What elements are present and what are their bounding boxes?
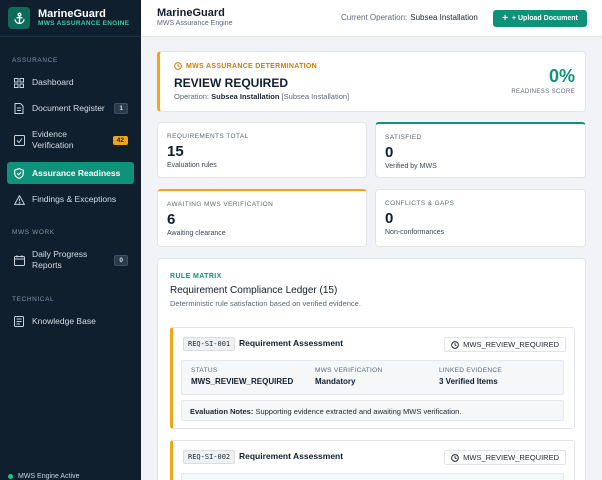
status-dot-icon (8, 474, 13, 479)
warning-icon (13, 194, 25, 206)
document-icon (13, 103, 25, 115)
stat-subtitle: Awaiting clearance (167, 230, 226, 237)
stat-value: 6 (167, 211, 176, 228)
stat-card-awaiting-verification: AWAITING MWS VERIFICATION 6 Awaiting cle… (157, 189, 367, 247)
sidebar-item-findings-exceptions[interactable]: Findings & Exceptions (7, 191, 134, 208)
status-badge: MWS_REVIEW_REQUIRED (444, 450, 566, 465)
calendar-icon (13, 254, 25, 266)
section-label-mws-work: MWS WORK (12, 229, 55, 236)
count-badge: 0 (114, 254, 128, 266)
sidebar-item-label: Findings & Exceptions (32, 194, 117, 205)
check-square-icon (13, 134, 25, 146)
status-badge: MWS_REVIEW_REQUIRED (444, 337, 566, 352)
requirement-details (181, 473, 564, 480)
current-operation: Current Operation: Subsea Installation (341, 13, 478, 22)
stat-title: AWAITING MWS VERIFICATION (167, 201, 274, 208)
operation-value: Subsea Installation (410, 13, 478, 22)
rule-matrix-label: RULE MATRIX (170, 273, 222, 280)
engine-status: MWS Engine Active (8, 473, 79, 480)
upload-document-button[interactable]: + + Upload Document (493, 10, 587, 27)
upload-document-label: + Upload Document (511, 15, 578, 22)
requirement-id: REQ-SI-002 (183, 450, 236, 464)
requirement-name: Requirement Assessment (239, 338, 344, 348)
sidebar-item-knowledge-base[interactable]: Knowledge Base (7, 313, 134, 330)
requirement-card[interactable]: REQ-SI-001 Requirement Assessment MWS_RE… (170, 327, 575, 429)
status-column: STATUS MWS_REVIEW_REQUIRED (191, 367, 294, 386)
sidebar-item-label: Assurance Readiness (32, 167, 121, 178)
sidebar-item-evidence-verification[interactable]: Evidence Verification 42 (7, 127, 134, 153)
count-badge: 42 (112, 135, 128, 145)
brand-name: MarineGuard (38, 8, 106, 21)
stat-value: 0 (385, 210, 394, 227)
evidence-value: 3 Verified Items (439, 377, 498, 386)
plus-icon: + (502, 12, 508, 24)
assurance-determination-card: MWS ASSURANCE DETERMINATION REVIEW REQUI… (157, 51, 586, 112)
verification-column: MWS VERIFICATION Mandatory (315, 367, 383, 386)
sidebar-item-daily-progress-reports[interactable]: Daily Progress Reports 0 (7, 247, 134, 273)
book-icon (13, 316, 25, 328)
brand[interactable]: MarineGuard MWS ASSURANCE ENGINE (0, 0, 141, 37)
section-label-technical: TECHNICAL (12, 296, 55, 303)
stat-title: SATISFIED (385, 134, 422, 141)
ledger-title: Requirement Compliance Ledger (15) (170, 285, 338, 296)
shield-icon (13, 167, 25, 179)
sidebar-item-document-register[interactable]: Document Register 1 (7, 100, 134, 117)
clock-icon (174, 62, 182, 70)
sidebar-item-label: Daily Progress Reports (32, 249, 88, 270)
stat-title: REQUIREMENTS TOTAL (167, 133, 249, 140)
stat-value: 0 (385, 144, 394, 161)
stat-subtitle: Evaluation rules (167, 162, 217, 169)
stat-subtitle: Verified by MWS (385, 163, 437, 170)
sidebar-item-label: Knowledge Base (32, 316, 96, 327)
evidence-column: LINKED EVIDENCE 3 Verified Items (439, 367, 503, 386)
verification-value: Mandatory (315, 377, 356, 386)
evaluation-notes: Evaluation Notes: Supporting evidence ex… (181, 400, 564, 421)
count-badge: 1 (114, 103, 128, 114)
status-value: MWS_REVIEW_REQUIRED (191, 377, 294, 386)
sidebar-item-assurance-readiness[interactable]: Assurance Readiness (7, 162, 134, 184)
grid-icon (13, 77, 25, 89)
clock-icon (451, 453, 459, 462)
stat-subtitle: Non-conformances (385, 229, 445, 236)
stat-title: CONFLICTS & GAPS (385, 200, 455, 207)
stat-card-conflicts-gaps: CONFLICTS & GAPS 0 Non-conformances (375, 189, 586, 247)
sidebar-item-label: Dashboard (32, 77, 74, 88)
sidebar-item-label: Document Register (32, 103, 105, 114)
requirement-card[interactable]: REQ-SI-002 Requirement Assessment MWS_RE… (170, 440, 575, 480)
anchor-icon (8, 7, 30, 29)
stat-card-satisfied: SATISFIED 0 Verified by MWS (375, 122, 586, 178)
stat-card-requirements-total: REQUIREMENTS TOTAL 15 Evaluation rules (157, 122, 367, 178)
determination-label: MWS ASSURANCE DETERMINATION (174, 62, 317, 70)
sidebar-item-dashboard[interactable]: Dashboard (7, 74, 134, 91)
engine-status-text: MWS Engine Active (18, 473, 80, 480)
operation-label: Current Operation: (341, 13, 408, 22)
page-subtitle: MWS Assurance Engine (157, 20, 233, 27)
readiness-score: 0% (548, 66, 575, 86)
sidebar-item-label: Evidence Verification (32, 129, 74, 150)
requirement-details: STATUS MWS_REVIEW_REQUIRED MWS VERIFICAT… (181, 360, 564, 395)
section-label-assurance: ASSURANCE (12, 57, 58, 64)
requirement-name: Requirement Assessment (239, 451, 344, 461)
stat-value: 15 (167, 143, 184, 160)
compliance-ledger: RULE MATRIX Requirement Compliance Ledge… (157, 258, 586, 480)
requirement-id: REQ-SI-001 (183, 337, 236, 351)
header: MarineGuard MWS Assurance Engine Current… (141, 0, 602, 37)
sidebar: MarineGuard MWS ASSURANCE ENGINE ASSURAN… (0, 0, 141, 480)
clock-icon (451, 340, 459, 349)
page-title: MarineGuard (157, 7, 225, 19)
ledger-subtitle: Deterministic rule satisfaction based on… (170, 299, 361, 308)
readiness-score-label: READINESS SCORE (511, 89, 575, 95)
determination-operation: Operation: Subsea Installation [Subsea I… (174, 92, 350, 101)
brand-subtitle: MWS ASSURANCE ENGINE (38, 20, 130, 28)
determination-status: REVIEW REQUIRED (174, 76, 289, 90)
